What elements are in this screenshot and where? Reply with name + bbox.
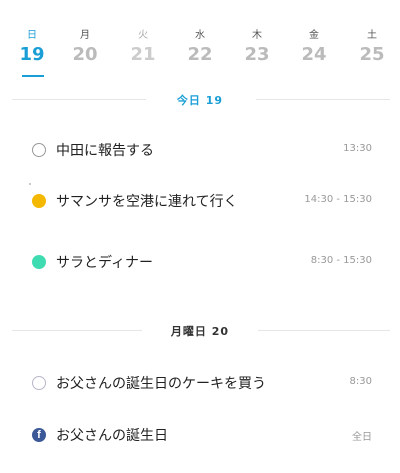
selected-day-indicator: [22, 75, 44, 77]
day-wed[interactable]: 水 22: [178, 0, 222, 80]
facebook-icon: f: [32, 428, 46, 442]
day-thu[interactable]: 木 23: [235, 0, 279, 80]
day-of-week: 日: [27, 30, 37, 41]
day-of-week: 土: [367, 30, 377, 41]
divider: [12, 99, 146, 100]
section-header-today: 今日 19: [176, 94, 224, 107]
event-item[interactable]: f お父さんの誕生日 全日: [0, 421, 400, 449]
empty-circle-icon: [32, 143, 46, 157]
day-number: 25: [359, 44, 385, 65]
day-number: 23: [244, 44, 270, 65]
event-title: 中田に報告する: [56, 143, 154, 159]
event-item[interactable]: 中田に報告する 13:30: [0, 136, 400, 164]
day-sun[interactable]: 日 19: [10, 0, 54, 80]
event-time: 8:30: [349, 376, 372, 387]
event-title: サマンサを空港に連れて行く: [56, 194, 238, 210]
day-of-week: 金: [309, 30, 319, 41]
divider: [256, 99, 390, 100]
event-item[interactable]: サラとディナー 8:30 - 15:30: [0, 248, 400, 276]
event-title: お父さんの誕生日のケーキを買う: [56, 376, 266, 392]
day-of-week: 月: [80, 30, 90, 41]
event-time: 14:30 - 15:30: [304, 194, 372, 205]
event-title: サラとディナー: [56, 255, 154, 271]
day-number: 24: [301, 44, 327, 65]
section-header-monday: 月曜日 20: [170, 325, 230, 338]
decoration-dot: [29, 183, 31, 185]
week-strip: 日 19 月 20 火 21 水 22 木 23 金 24 土 25: [0, 0, 400, 80]
day-fri[interactable]: 金 24: [292, 0, 336, 80]
day-tue[interactable]: 火 21: [121, 0, 165, 80]
day-number: 19: [19, 44, 45, 65]
day-number: 21: [130, 44, 156, 65]
day-mon[interactable]: 月 20: [63, 0, 107, 80]
day-number: 22: [187, 44, 213, 65]
event-item[interactable]: サマンサを空港に連れて行く 14:30 - 15:30: [0, 187, 400, 215]
empty-circle-icon: [32, 376, 46, 390]
day-of-week: 火: [138, 30, 148, 41]
yellow-circle-icon: [32, 194, 46, 208]
divider: [258, 330, 390, 331]
event-time: 8:30 - 15:30: [310, 255, 372, 266]
event-time: 13:30: [343, 143, 372, 154]
day-of-week: 木: [252, 30, 262, 41]
teal-circle-icon: [32, 255, 46, 269]
event-item[interactable]: お父さんの誕生日のケーキを買う 8:30: [0, 369, 400, 397]
event-time: 全日: [352, 432, 372, 443]
event-title: お父さんの誕生日: [56, 428, 168, 444]
day-sat[interactable]: 土 25: [350, 0, 394, 80]
day-number: 20: [72, 44, 98, 65]
divider: [12, 330, 142, 331]
day-of-week: 水: [195, 30, 205, 41]
